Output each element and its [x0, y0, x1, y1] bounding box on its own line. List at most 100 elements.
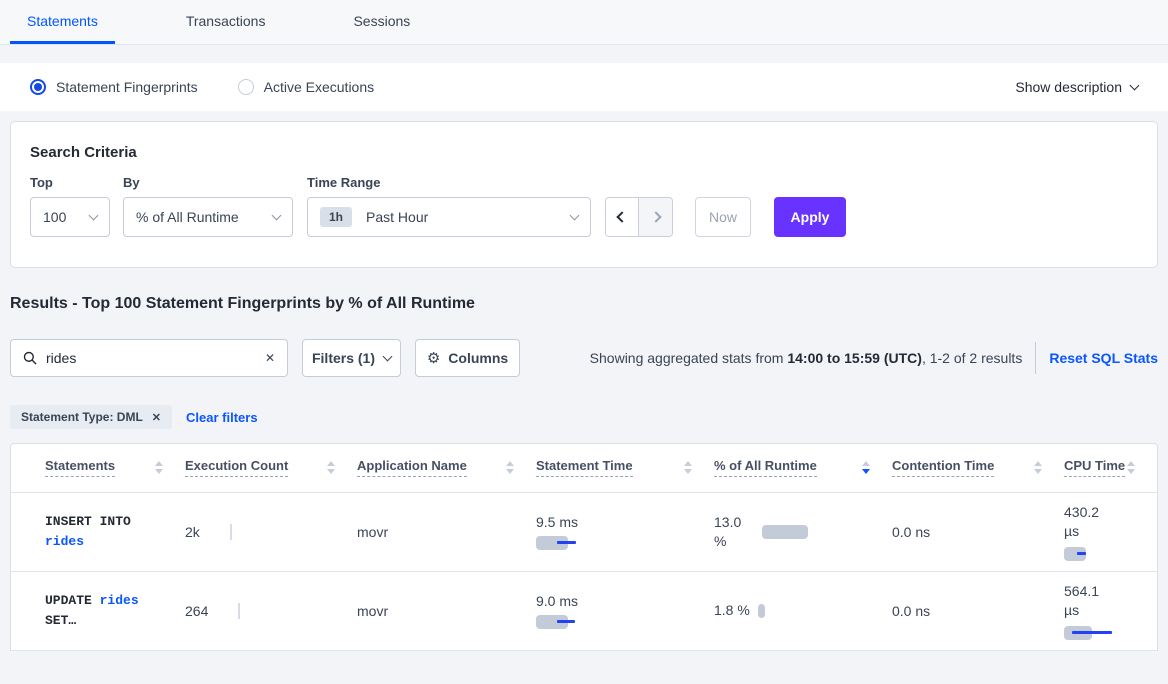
radio-statement-fingerprints[interactable]: Statement Fingerprints [30, 79, 198, 95]
top-select[interactable]: 100 [30, 197, 110, 237]
tab-transactions[interactable]: Transactions [169, 0, 283, 44]
radio-label: Active Executions [264, 79, 375, 95]
col-header-cpu-time[interactable]: CPU Time [1064, 458, 1125, 477]
cpu-time-bar [1064, 626, 1154, 640]
col-header-application-name[interactable]: Application Name [357, 458, 467, 477]
col-header-contention-time[interactable]: Contention Time [892, 458, 994, 477]
results-toolbar: ✕ Filters (1) ⚙ Columns Showing aggregat… [10, 339, 1158, 377]
runtime-pct-bar [758, 604, 765, 618]
execution-count-bar [238, 603, 240, 619]
page-tabs: Statements Transactions Sessions [0, 0, 1168, 45]
statements-table: Statements Execution Count Application N… [11, 444, 1157, 651]
top-field: Top 100 [30, 175, 123, 237]
statement-fingerprint: UPDATE rides SET… [45, 591, 163, 631]
time-range-label: Time Range [307, 175, 605, 190]
clear-filters-link[interactable]: Clear filters [186, 410, 258, 425]
execution-count-bar [230, 524, 232, 540]
statement-search-box[interactable]: ✕ [10, 339, 288, 377]
col-header-statement-time[interactable]: Statement Time [536, 458, 633, 477]
filter-chip-label: Statement Type: DML [21, 410, 143, 424]
statement-fingerprint: INSERT INTO rides [45, 512, 163, 552]
time-range-value: Past Hour [366, 209, 428, 225]
apply-button[interactable]: Apply [774, 197, 846, 237]
execution-count-value: 2k [185, 524, 200, 540]
table-header-row: Statements Execution Count Application N… [11, 444, 1157, 492]
by-select[interactable]: % of All Runtime [123, 197, 293, 237]
columns-label: Columns [448, 350, 508, 366]
contention-time-value: 0.0 ns [892, 524, 930, 540]
by-label: By [123, 175, 307, 190]
show-description-toggle[interactable]: Show description [1015, 79, 1138, 95]
execution-count-value: 264 [185, 603, 208, 619]
time-range-badge: 1h [320, 207, 352, 227]
col-header-execution-count[interactable]: Execution Count [185, 458, 288, 477]
view-mode-bar: Statement Fingerprints Active Executions… [0, 63, 1168, 111]
table-row: UPDATE rides SET… 264 movr 9.0 ms 1.8 % [11, 571, 1157, 650]
show-description-label: Show description [1015, 79, 1122, 95]
cpu-time-value: 430.2 µs [1064, 503, 1108, 541]
search-input[interactable] [46, 350, 265, 366]
radio-selected-icon [30, 79, 46, 95]
statement-time-bar [536, 536, 626, 550]
chevron-down-icon [570, 210, 580, 220]
chevron-down-icon [1130, 80, 1140, 90]
divider [1035, 342, 1036, 374]
runtime-pct-value: 1.8 % [714, 601, 750, 620]
col-header-statements[interactable]: Statements [45, 458, 115, 477]
application-name-value: movr [357, 524, 388, 540]
runtime-pct-bar [762, 525, 808, 539]
statement-time-value: 9.0 ms [536, 593, 578, 609]
sort-icon[interactable] [327, 461, 335, 474]
time-range-select[interactable]: 1h Past Hour [307, 197, 591, 237]
sort-icon[interactable] [1127, 461, 1135, 474]
radio-unselected-icon [238, 79, 254, 95]
now-button[interactable]: Now [695, 197, 751, 237]
top-label: Top [30, 175, 123, 190]
statement-link[interactable]: rides [100, 593, 139, 608]
statement-link[interactable]: rides [45, 534, 84, 549]
radio-active-executions[interactable]: Active Executions [238, 79, 375, 95]
chevron-right-icon [650, 211, 661, 222]
sort-icon[interactable] [155, 461, 163, 474]
cpu-time-bar [1064, 547, 1154, 561]
cpu-time-value: 564.1 µs [1064, 582, 1108, 620]
statement-time-value: 9.5 ms [536, 514, 578, 530]
clear-search-icon[interactable]: ✕ [265, 351, 275, 365]
previous-time-range-button[interactable] [606, 198, 639, 236]
table-row: INSERT INTO rides 2k movr 9.5 ms 13.0 % [11, 492, 1157, 571]
tab-statements[interactable]: Statements [10, 0, 115, 44]
reset-sql-stats-link[interactable]: Reset SQL Stats [1049, 350, 1158, 366]
tab-sessions[interactable]: Sessions [336, 0, 427, 44]
next-time-range-button[interactable] [639, 198, 672, 236]
time-range-field: Time Range 1h Past Hour [307, 175, 605, 237]
search-criteria-title: Search Criteria [30, 144, 1138, 161]
top-value: 100 [43, 209, 66, 225]
contention-time-value: 0.0 ns [892, 603, 930, 619]
statement-time-bar [536, 615, 626, 629]
gear-icon: ⚙ [427, 349, 440, 367]
col-header-runtime-pct[interactable]: % of All Runtime [714, 458, 817, 477]
filters-button[interactable]: Filters (1) [302, 339, 401, 377]
search-icon [23, 351, 37, 365]
radio-label: Statement Fingerprints [56, 79, 198, 95]
chevron-down-icon [89, 210, 99, 220]
sort-icon[interactable] [506, 461, 514, 474]
sort-icon[interactable] [1034, 461, 1042, 474]
remove-filter-icon[interactable]: ✕ [152, 411, 161, 424]
statements-table-card: Statements Execution Count Application N… [10, 443, 1158, 651]
columns-button[interactable]: ⚙ Columns [415, 339, 520, 377]
filter-chip-statement-type[interactable]: Statement Type: DML ✕ [10, 405, 172, 429]
by-field: By % of All Runtime [123, 175, 307, 237]
aggregated-stats-text: Showing aggregated stats from 14:00 to 1… [590, 350, 1023, 366]
by-value: % of All Runtime [136, 209, 239, 225]
runtime-pct-value: 13.0 % [714, 513, 754, 551]
chevron-down-icon [272, 210, 282, 220]
filters-label: Filters (1) [312, 350, 375, 366]
search-criteria-card: Search Criteria Top 100 By % of All Runt… [10, 121, 1158, 268]
chevron-down-icon [383, 351, 393, 361]
sort-icon-active-desc[interactable] [862, 461, 870, 474]
sort-icon[interactable] [684, 461, 692, 474]
application-name-value: movr [357, 603, 388, 619]
time-range-pager [605, 197, 673, 237]
filter-chip-row: Statement Type: DML ✕ Clear filters [10, 405, 1158, 429]
